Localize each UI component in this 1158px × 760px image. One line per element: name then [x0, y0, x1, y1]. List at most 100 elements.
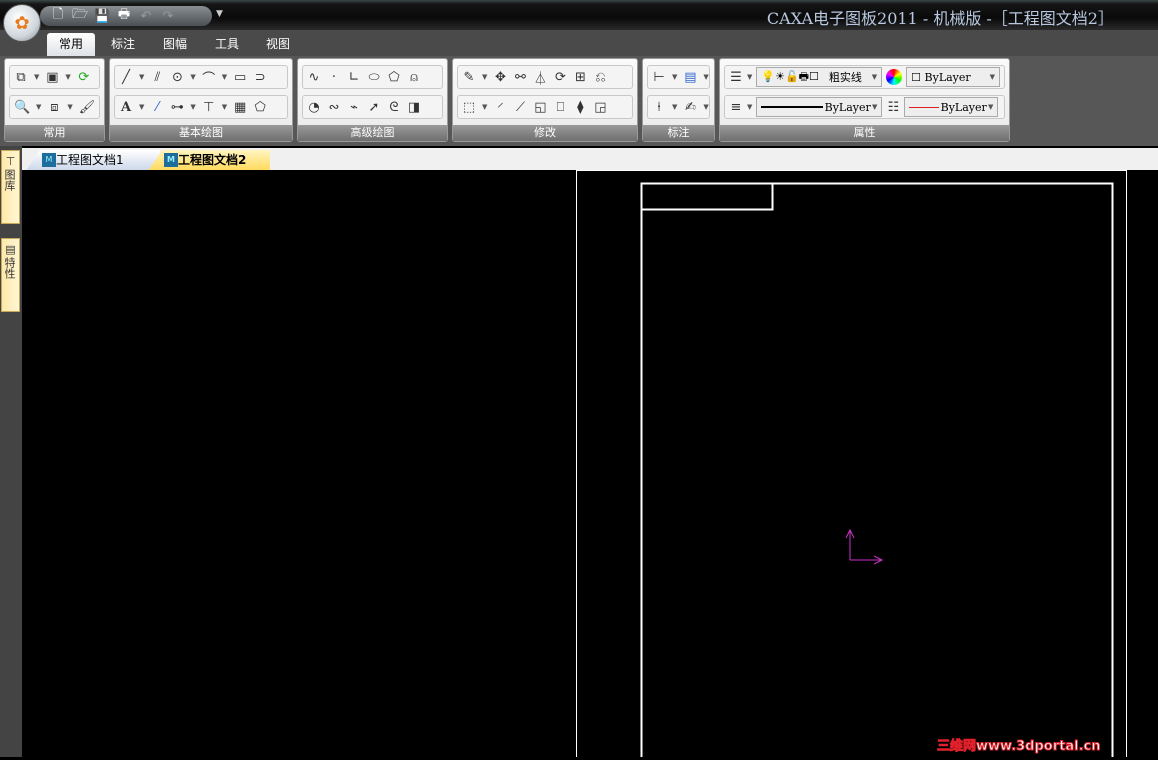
group-basic-draw: ╱ ▼ ⫽ ⊙ ▼ ⌒ ▼ ▭ ⊃ A ▼ ⁄ ⊶ ▼ ⊤ ▼ ▦ ⬠ 基本绘图	[109, 58, 293, 142]
break-line-icon[interactable]: ⌁	[347, 100, 361, 115]
hatch-icon[interactable]: ▦	[233, 100, 247, 115]
ribbon: ⧉ ▼ ▣ ▼ ⟳ 🔍 ▼ ⧈ ▼ 🖌 常用 ╱ ▼ ⫽ ⊙ ▼ ⌒ ▼ ▭ ⊃ A ▼ ⁄ ⊶ ▼ ⊤ ▼ ▦ ⬠ 基本绘图 …	[0, 56, 1158, 146]
document-tabs: M 工程图文档1 M 工程图文档2	[22, 146, 1158, 171]
app-menu-button[interactable]: ✿	[3, 4, 41, 42]
stretch-icon[interactable]: ◲	[593, 100, 607, 115]
side-panel: ⊤ 图库 ▤ 特性	[0, 146, 22, 757]
paste-icon[interactable]: ▣	[45, 70, 59, 85]
freehand-icon[interactable]: ᘓ	[387, 100, 401, 115]
ellipse-icon[interactable]: ⬭	[367, 70, 381, 85]
circle-icon[interactable]: ⊙	[170, 70, 184, 85]
quick-access-toolbar: 🗋 🗁 💾 🖶 ↶ ↷	[40, 6, 212, 26]
coordinate-dimension-icon[interactable]: ⍿	[652, 100, 666, 115]
fillet-icon[interactable]: ◱	[533, 100, 547, 115]
center-mark-icon[interactable]: ⍝	[407, 70, 421, 85]
group-label: 基本绘图	[110, 125, 292, 141]
erase-icon[interactable]: ✎	[462, 70, 476, 85]
layer-state-icons: 💡☀🔓🖶☐	[761, 69, 819, 83]
polyline-icon[interactable]: ⊃	[253, 70, 267, 85]
wave-line-icon[interactable]: ∾	[327, 100, 341, 115]
arc-icon[interactable]: ⌒	[202, 68, 216, 87]
break-icon[interactable]: ⸍	[493, 98, 507, 116]
rotate-icon[interactable]: ⟳	[553, 70, 567, 85]
frame-border	[640, 182, 1114, 760]
doc-tab-1[interactable]: M 工程图文档1	[26, 150, 160, 171]
ucs-axis-icon	[845, 528, 884, 565]
linetype-preview	[761, 106, 824, 108]
tab-tools[interactable]: 工具	[203, 33, 251, 56]
arrow-icon[interactable]: ➚	[367, 100, 381, 115]
text-icon[interactable]: A	[119, 100, 133, 115]
mirror-icon[interactable]: ⏃	[533, 68, 547, 87]
drawing-canvas[interactable]	[24, 170, 1158, 760]
color-wheel-icon[interactable]	[886, 69, 903, 85]
redo-icon[interactable]: ↷	[160, 9, 176, 24]
side-tab-properties[interactable]: ▤ 特性	[1, 238, 20, 312]
side-tab-library[interactable]: ⊤ 图库	[1, 150, 20, 224]
watermark: 三维网www.3dportal.cn	[936, 739, 1101, 755]
tab-view[interactable]: 视图	[254, 33, 302, 56]
group-label: 高级绘图	[298, 125, 447, 141]
refresh-icon[interactable]: ⟳	[77, 70, 91, 85]
sheet-border	[576, 170, 1127, 760]
new-icon[interactable]: 🗋	[50, 5, 66, 27]
open-icon[interactable]: 🗁	[72, 5, 88, 27]
linetype-select[interactable]: ByLayer ▼	[756, 97, 883, 117]
properties-icon: ▤	[5, 243, 16, 256]
doc-tab-2[interactable]: M 工程图文档2	[148, 150, 270, 171]
chamfer-icon[interactable]: ⎕	[553, 100, 567, 115]
print-icon[interactable]: 🖶	[116, 5, 132, 27]
customize-qat-icon[interactable]: ▼	[216, 9, 223, 19]
tab-common[interactable]: 常用	[47, 33, 96, 56]
explode-icon[interactable]: ⧫	[573, 100, 587, 115]
trim-icon[interactable]: ⬚	[462, 100, 476, 115]
angle-line-icon[interactable]: ∟	[347, 70, 361, 85]
point-icon[interactable]: ·	[327, 70, 341, 85]
move-icon[interactable]: ✥	[493, 70, 507, 85]
line-icon[interactable]: ╱	[119, 70, 133, 85]
format-brush-icon[interactable]: 🖌	[79, 100, 96, 115]
linestyle-icon[interactable]: ☷	[886, 100, 900, 115]
undo-icon[interactable]: ↶	[138, 9, 154, 24]
group-modify: ✎ ▼ ✥ ⚯ ⏃ ⟳ ⊞ ⎌ ⬚ ▼ ⸍ ⟋ ◱ ⎕ ⧫ ◲ 修改	[452, 58, 638, 142]
polygon-icon[interactable]: ⬠	[387, 70, 401, 85]
save-icon[interactable]: 💾	[94, 9, 110, 24]
tolerance-icon[interactable]: ▤	[683, 70, 697, 85]
centerline-icon[interactable]: ⁄	[150, 100, 164, 115]
dimension-text-icon[interactable]: ⊤	[202, 100, 216, 115]
insert-block-icon[interactable]: ⧈	[47, 100, 61, 115]
line-color-preview	[909, 106, 940, 108]
copy-selection-icon[interactable]: ⚯	[513, 70, 527, 85]
title-bar: 🗋 🗁 💾 🖶 ↶ ↷ ▼ CAXA电子图板2011 - 机械版 -［工程图文档…	[0, 0, 1158, 30]
scale-icon[interactable]: ⎌	[593, 70, 607, 85]
zoom-icon[interactable]: 🔍	[14, 100, 30, 115]
color-select[interactable]: ☐ ByLayer ▼	[906, 67, 1000, 87]
parallel-line-icon[interactable]: ⫽	[150, 70, 164, 85]
library-icon: ⊤	[5, 155, 16, 168]
revolve-icon[interactable]: ◔	[307, 100, 321, 115]
copy-icon[interactable]: ⧉	[14, 70, 28, 85]
rectangle-icon[interactable]: ▭	[233, 70, 247, 85]
group-label: 属性	[720, 125, 1009, 141]
document-icon: M	[164, 153, 178, 167]
layer-manager-icon[interactable]: ☰	[729, 70, 743, 85]
group-label: 常用	[5, 125, 104, 141]
group-label: 修改	[453, 125, 637, 141]
ribbon-tabs: 常用 标注 图幅 工具 视图	[0, 30, 1158, 56]
layer-select[interactable]: 💡☀🔓🖶☐ 粗实线 ▼	[756, 67, 883, 87]
code-box	[640, 182, 774, 211]
lineweight-icon[interactable]: ≡	[729, 100, 743, 115]
drawing	[576, 170, 1127, 760]
dimension-edit-icon[interactable]: ✍	[683, 100, 697, 115]
extend-icon[interactable]: ⟋	[513, 100, 527, 115]
hole-icon[interactable]: ◨	[407, 100, 421, 115]
group-common: ⧉ ▼ ▣ ▼ ⟳ 🔍 ▼ ⧈ ▼ 🖌 常用	[4, 58, 105, 142]
linear-dimension-icon[interactable]: ⊢	[652, 70, 666, 85]
array-icon[interactable]: ⊞	[573, 70, 587, 85]
fill-icon[interactable]: ⬠	[253, 100, 267, 115]
tab-sheet[interactable]: 图幅	[151, 33, 199, 56]
lineweight-select[interactable]: ByLayer ▼	[904, 97, 999, 117]
block-icon[interactable]: ⊶	[170, 100, 184, 115]
spline-icon[interactable]: ∿	[307, 70, 321, 85]
tab-dimension[interactable]: 标注	[99, 33, 147, 56]
